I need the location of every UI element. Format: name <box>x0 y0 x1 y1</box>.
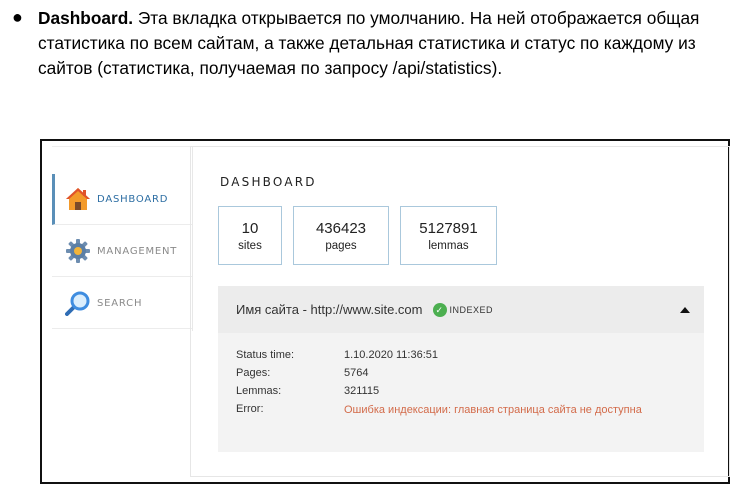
intro-text: Эта вкладка открывается по умолчанию. На… <box>38 8 700 78</box>
stat-card-lemmas: 5127891 lemmas <box>400 206 497 265</box>
stat-value: 10 <box>241 220 259 237</box>
triangle-up-icon <box>680 307 690 313</box>
collapse-toggle[interactable] <box>676 301 694 319</box>
stat-label: sites <box>238 240 262 252</box>
sidebar-item-management[interactable]: MANAGEMENT <box>52 226 192 277</box>
row-label: Error: <box>236 403 264 415</box>
site-panel: Имя сайта - http://www.site.com ✓ INDEXE… <box>218 286 704 452</box>
stat-card-pages: 436423 pages <box>293 206 389 265</box>
status-badge: ✓ INDEXED <box>432 302 494 317</box>
site-name: Имя сайта - http://www.site.com <box>236 302 423 317</box>
intro-paragraph: Dashboard. Эта вкладка открывается по ум… <box>38 6 728 81</box>
row-label: Pages: <box>236 367 271 379</box>
stat-value: 5127891 <box>419 220 478 237</box>
gear-icon <box>65 238 91 264</box>
home-icon <box>65 186 91 212</box>
row-label: Lemmas: <box>236 385 282 397</box>
stat-label: lemmas <box>428 240 469 252</box>
site-panel-header[interactable]: Имя сайта - http://www.site.com ✓ INDEXE… <box>218 286 704 333</box>
row-value: 1.10.2020 11:36:51 <box>344 349 438 361</box>
status-text: INDEXED <box>449 304 494 315</box>
sidebar-item-dashboard[interactable]: DASHBOARD <box>52 174 192 225</box>
app-screenshot-frame: DASHBOARD MANAGEMENT SEARCH DASHBOARD 10… <box>40 139 730 484</box>
sidebar-item-label: MANAGEMENT <box>97 245 178 257</box>
bullet-marker: ● <box>12 7 23 27</box>
search-icon <box>65 290 91 316</box>
sidebar: DASHBOARD MANAGEMENT SEARCH <box>52 146 193 331</box>
error-message: Ошибка индексации: главная страница сайт… <box>344 404 642 416</box>
sidebar-item-label: DASHBOARD <box>97 193 169 205</box>
row-value: 5764 <box>344 367 369 379</box>
intro-heading: Dashboard. <box>38 8 134 28</box>
page-title: DASHBOARD <box>220 175 317 189</box>
row-value: 321115 <box>344 385 380 397</box>
check-icon: ✓ <box>432 302 447 317</box>
row-label: Status time: <box>236 349 295 361</box>
stat-card-sites: 10 sites <box>218 206 282 265</box>
stat-label: pages <box>325 240 357 252</box>
sidebar-item-label: SEARCH <box>97 297 143 309</box>
stat-value: 436423 <box>315 220 367 237</box>
sidebar-item-search[interactable]: SEARCH <box>52 278 192 329</box>
